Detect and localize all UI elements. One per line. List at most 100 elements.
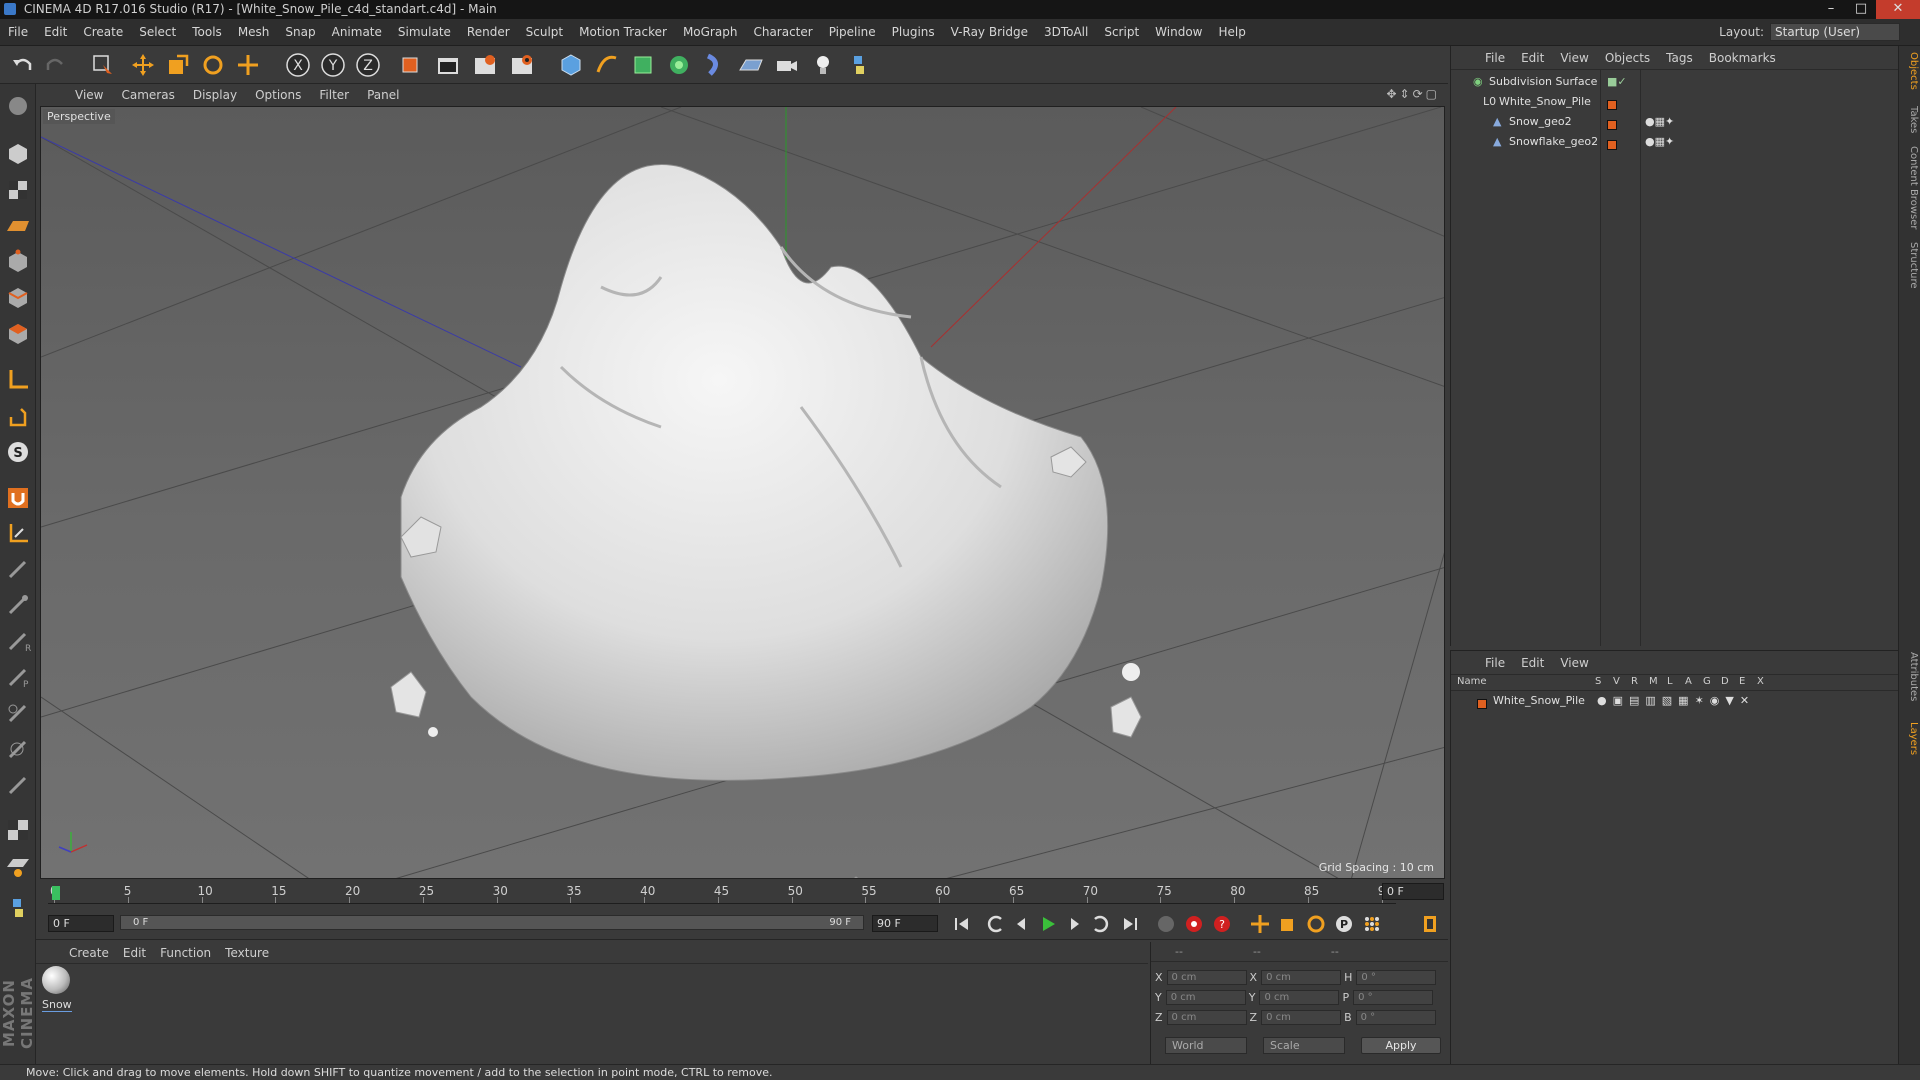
key-rotation-icon[interactable] bbox=[1304, 912, 1328, 936]
coordinate-mode-dropdown[interactable]: Scale bbox=[1263, 1037, 1345, 1054]
edges-mode-icon[interactable] bbox=[4, 284, 32, 312]
layer-row-white-snow-pile[interactable]: White_Snow_Pile ●▣▤▥▧▦✶◉▼✕ bbox=[1451, 691, 1899, 711]
object-row-snow-geo2[interactable]: ▲ Snow_geo2 ●▦✦ bbox=[1451, 112, 1899, 132]
visibility-check-icon[interactable]: ■✓ bbox=[1607, 72, 1627, 92]
timeline-ruler[interactable]: 051015202530354045505560657075808590 0 F bbox=[36, 880, 1448, 906]
layers-menu-edit[interactable]: Edit bbox=[1513, 656, 1552, 670]
keyframe-selection-icon[interactable]: ? bbox=[1210, 912, 1234, 936]
menu-help[interactable]: Help bbox=[1210, 25, 1253, 39]
material-tag-icon[interactable]: ●▦✦ bbox=[1645, 112, 1674, 132]
menu-mesh[interactable]: Mesh bbox=[230, 25, 278, 39]
coordinate-space-dropdown[interactable]: World bbox=[1165, 1037, 1247, 1054]
object-name[interactable]: Snowflake_geo2 bbox=[1509, 132, 1598, 152]
key-parameter-icon[interactable]: P bbox=[1332, 912, 1356, 936]
record-keys-icon[interactable] bbox=[1154, 912, 1178, 936]
rotation-h-field[interactable]: 0 ° bbox=[1356, 969, 1437, 985]
menu-simulate[interactable]: Simulate bbox=[390, 25, 459, 39]
menu-file[interactable]: File bbox=[0, 25, 36, 39]
viewport-menu-panel[interactable]: Panel bbox=[358, 88, 408, 102]
sculpt-grab-icon[interactable] bbox=[4, 736, 32, 764]
layer-name[interactable]: White_Snow_Pile bbox=[1493, 691, 1585, 711]
previous-frame-icon[interactable] bbox=[1010, 912, 1034, 936]
objects-menu-tags[interactable]: Tags bbox=[1658, 51, 1701, 65]
current-frame-field[interactable]: 0 F bbox=[48, 915, 114, 932]
tab-structure[interactable]: Structure bbox=[1901, 242, 1919, 289]
object-row-snowflake-geo2[interactable]: ▲ Snowflake_geo2 ●▦✦ bbox=[1451, 132, 1899, 152]
tab-takes[interactable]: Takes bbox=[1901, 106, 1919, 133]
object-name[interactable]: Snow_geo2 bbox=[1509, 112, 1572, 132]
x-axis-icon[interactable]: X bbox=[283, 50, 313, 80]
live-selection-icon[interactable] bbox=[88, 50, 118, 80]
polygons-mode-icon[interactable] bbox=[4, 320, 32, 348]
deformer-icon[interactable] bbox=[700, 50, 730, 80]
viewport-menu-view[interactable]: View bbox=[66, 88, 112, 102]
texture-mode-icon[interactable] bbox=[4, 176, 32, 204]
object-name[interactable]: White_Snow_Pile bbox=[1499, 92, 1591, 112]
python-icon[interactable] bbox=[844, 50, 874, 80]
make-editable-icon[interactable] bbox=[4, 92, 32, 120]
y-axis-icon[interactable]: Y bbox=[318, 50, 348, 80]
minimize-icon[interactable]: – bbox=[1816, 0, 1846, 19]
sculpt-pull-icon[interactable] bbox=[4, 592, 32, 620]
menu-tools[interactable]: Tools bbox=[184, 25, 230, 39]
layers-menu-view[interactable]: View bbox=[1552, 656, 1596, 670]
menu-vray-bridge[interactable]: V-Ray Bridge bbox=[943, 25, 1036, 39]
menu-create[interactable]: Create bbox=[75, 25, 131, 39]
tab-layers[interactable]: Layers bbox=[1901, 722, 1919, 755]
layers-menu-file[interactable]: File bbox=[1477, 656, 1513, 670]
position-x-field[interactable]: 0 cm bbox=[1166, 969, 1247, 985]
points-mode-icon[interactable] bbox=[4, 248, 32, 276]
lock-workplane-icon[interactable] bbox=[4, 816, 32, 844]
object-name[interactable]: Subdivision Surface bbox=[1489, 72, 1597, 92]
model-mode-icon[interactable] bbox=[4, 140, 32, 168]
menu-animate[interactable]: Animate bbox=[324, 25, 390, 39]
subdivision-surface-icon[interactable] bbox=[628, 50, 658, 80]
menu-edit[interactable]: Edit bbox=[36, 25, 75, 39]
material-menu-create[interactable]: Create bbox=[62, 946, 116, 960]
max-frame-field[interactable]: 90 F bbox=[872, 915, 938, 932]
timeline-end-frame[interactable]: 0 F bbox=[1382, 883, 1444, 900]
layer-color-icon[interactable] bbox=[1607, 137, 1617, 157]
mograph-cloner-icon[interactable] bbox=[664, 50, 694, 80]
objects-menu-edit[interactable]: Edit bbox=[1513, 51, 1552, 65]
key-pla-icon[interactable] bbox=[1360, 912, 1384, 936]
menu-window[interactable]: Window bbox=[1147, 25, 1210, 39]
rotate-tool-icon[interactable] bbox=[198, 50, 228, 80]
menu-plugins[interactable]: Plugins bbox=[884, 25, 943, 39]
pen-spline-icon[interactable] bbox=[592, 50, 622, 80]
objects-menu-objects[interactable]: Objects bbox=[1597, 51, 1658, 65]
move-tool-icon[interactable] bbox=[128, 50, 158, 80]
next-key-icon[interactable] bbox=[1088, 912, 1112, 936]
floor-object-icon[interactable] bbox=[736, 50, 766, 80]
3d-viewport[interactable]: Perspective Grid Spacing : 10 cm bbox=[40, 106, 1445, 879]
object-row-white-snow-pile[interactable]: L0 White_Snow_Pile bbox=[1451, 92, 1899, 112]
quantize-icon[interactable] bbox=[4, 520, 32, 548]
viewport-navigation-icons[interactable]: ✥⇕⟳▢ bbox=[1386, 87, 1440, 101]
snapping-icon[interactable]: S bbox=[4, 438, 32, 466]
render-picture-viewer-icon[interactable] bbox=[470, 50, 500, 80]
rotation-p-field[interactable]: 0 ° bbox=[1353, 989, 1434, 1005]
menu-select[interactable]: Select bbox=[131, 25, 184, 39]
next-frame-icon[interactable] bbox=[1062, 912, 1086, 936]
tweak-mode-icon[interactable] bbox=[4, 402, 32, 430]
sculpt-mask-icon[interactable] bbox=[4, 772, 32, 800]
material-menu-edit[interactable]: Edit bbox=[116, 946, 153, 960]
material-menu-texture[interactable]: Texture bbox=[218, 946, 276, 960]
size-x-field[interactable]: 0 cm bbox=[1261, 969, 1342, 985]
sculpt-smooth-icon[interactable]: R bbox=[4, 628, 32, 656]
material-menu-function[interactable]: Function bbox=[153, 946, 218, 960]
coordinate-system-icon[interactable] bbox=[395, 50, 425, 80]
material-name-snow[interactable]: Snow bbox=[42, 998, 72, 1012]
go-to-start-icon[interactable] bbox=[950, 912, 974, 936]
sculpt-inflate-icon[interactable] bbox=[4, 700, 32, 728]
autokey-icon[interactable] bbox=[1182, 912, 1206, 936]
viewport-menu-display[interactable]: Display bbox=[184, 88, 246, 102]
light-object-icon[interactable] bbox=[808, 50, 838, 80]
redo-icon[interactable] bbox=[40, 50, 70, 80]
viewport-menu-filter[interactable]: Filter bbox=[310, 88, 358, 102]
objects-menu-bookmarks[interactable]: Bookmarks bbox=[1701, 51, 1784, 65]
planar-workplane-icon[interactable] bbox=[4, 852, 32, 880]
scale-tool-icon[interactable] bbox=[163, 50, 193, 80]
sculpt-brush-icon[interactable] bbox=[4, 556, 32, 584]
workplane-mode-icon[interactable] bbox=[4, 212, 32, 240]
